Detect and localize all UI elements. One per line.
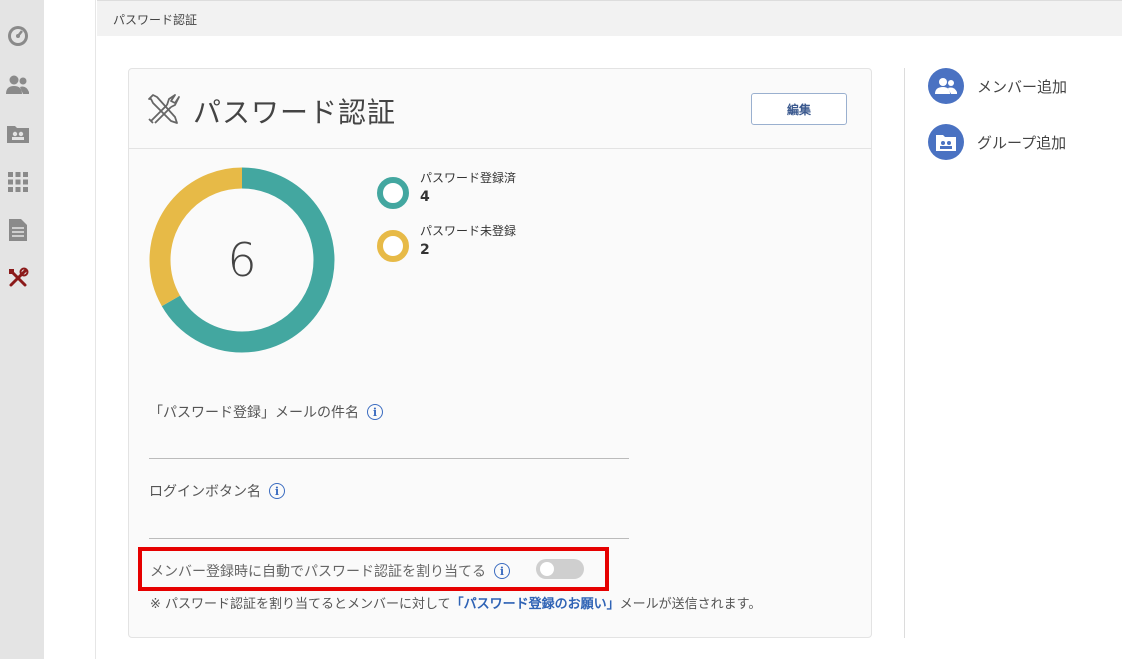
- legend-label: パスワード未登録: [420, 224, 517, 238]
- auto-assign-toggle[interactable]: [536, 559, 584, 579]
- add-member-label: メンバー追加: [977, 77, 1068, 96]
- group-folder-icon[interactable]: [6, 121, 30, 145]
- sidebar: [0, 0, 44, 659]
- mail-subject-label: 「パスワード登録」メールの件名 i: [149, 402, 383, 422]
- login-button-name-label: ログインボタン名 i: [149, 481, 285, 501]
- legend-ring-yellow: [377, 230, 409, 262]
- mail-subject-label-text: 「パスワード登録」メールの件名: [149, 405, 359, 421]
- card-header: パスワード認証 編集: [129, 69, 871, 149]
- breadcrumb: パスワード認証: [113, 13, 198, 27]
- add-member-icon: [928, 68, 964, 104]
- note-prefix: ※ パスワード認証を割り当てるとメンバーに対して: [150, 597, 451, 612]
- note-suffix: メールが送信されます。: [619, 597, 762, 612]
- edit-button[interactable]: 編集: [751, 93, 847, 125]
- donut-total-count: 6: [227, 233, 257, 287]
- login-button-name-label-text: ログインボタン名: [149, 484, 261, 500]
- auto-assign-note: ※ パスワード認証を割り当てるとメンバーに対して「パスワード登録のお願い」メール…: [150, 593, 761, 612]
- password-request-mail-link[interactable]: 「パスワード登録のお願い」: [451, 597, 620, 612]
- toggle-knob: [540, 562, 554, 576]
- spacer-column: [44, 0, 96, 659]
- legend-count: 2: [420, 242, 430, 258]
- document-icon[interactable]: [6, 218, 30, 242]
- info-icon[interactable]: i: [367, 404, 383, 420]
- apps-grid-icon[interactable]: [6, 170, 30, 194]
- info-icon[interactable]: i: [494, 563, 510, 579]
- tools-icon[interactable]: [6, 266, 30, 290]
- users-icon[interactable]: [6, 73, 30, 97]
- login-button-name-input[interactable]: [149, 515, 629, 539]
- page-title: パスワード認証: [193, 96, 397, 129]
- add-group-button[interactable]: グループ追加: [928, 124, 1066, 160]
- auto-assign-label-text: メンバー登録時に自動でパスワード認証を割り当てる: [150, 564, 486, 580]
- add-group-icon: [928, 124, 964, 160]
- add-member-button[interactable]: メンバー追加: [928, 68, 1067, 104]
- dashboard-icon[interactable]: [6, 24, 30, 48]
- right-divider: [904, 68, 905, 638]
- info-icon[interactable]: i: [269, 483, 285, 499]
- breadcrumb-bar: パスワード認証: [97, 0, 1122, 36]
- legend-count: 4: [420, 189, 430, 205]
- tools-icon: [145, 91, 181, 127]
- mail-subject-input[interactable]: [149, 435, 629, 459]
- legend-label: パスワード登録済: [420, 171, 517, 185]
- auto-assign-label: メンバー登録時に自動でパスワード認証を割り当てる i: [150, 561, 510, 581]
- add-group-label: グループ追加: [977, 133, 1067, 152]
- legend-ring-teal: [377, 177, 409, 209]
